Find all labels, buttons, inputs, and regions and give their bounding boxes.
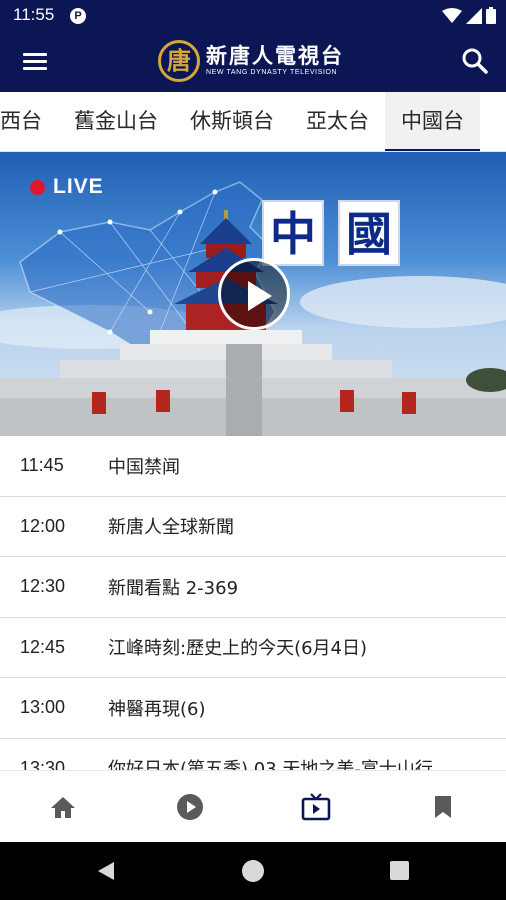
system-nav-bar: [0, 842, 506, 900]
play-circle-icon: [176, 793, 203, 820]
status-icons: [442, 7, 496, 24]
bottom-nav: [0, 770, 506, 842]
live-label: LIVE: [53, 175, 104, 198]
tabs-scroll: 西台 舊金山台 休斯頓台 亞太台 中國台: [0, 92, 480, 151]
tv-icon: [301, 792, 331, 820]
schedule-time: 11:45: [20, 455, 64, 476]
tab-asia-pacific[interactable]: 亞太台: [290, 92, 385, 151]
schedule-row[interactable]: 13:30 你好日本(第五季) 03 天地之美-富士山行: [0, 739, 506, 770]
live-dot-icon: [30, 179, 45, 195]
wifi-icon: [442, 7, 462, 23]
schedule-title: 新唐人全球新聞: [108, 517, 234, 539]
battery-icon: [486, 7, 496, 24]
tab-houston[interactable]: 休斯頓台: [174, 92, 290, 151]
schedule-time: 13:00: [20, 697, 66, 718]
home-button-icon[interactable]: [242, 860, 264, 882]
search-icon[interactable]: [458, 44, 492, 78]
schedule-title: 中国禁闻: [108, 456, 180, 478]
schedule-title: 神醫再現(6): [108, 698, 206, 720]
bookmark-icon: [434, 795, 451, 818]
nav-videos[interactable]: [127, 771, 254, 842]
hamburger-menu-icon[interactable]: [18, 46, 52, 76]
status-bar: 11:55 P: [0, 0, 506, 30]
tab-san-francisco[interactable]: 舊金山台: [58, 92, 174, 151]
status-time: 11:55: [13, 5, 55, 24]
play-icon[interactable]: [218, 258, 290, 330]
schedule-title: 新聞看點 2-369: [108, 577, 239, 599]
tab-west[interactable]: 西台: [0, 92, 58, 151]
logo-title: 新唐人電視台: [206, 43, 344, 68]
logo-subtitle: NEW TANG DYNASTY TELEVISION: [206, 69, 338, 76]
live-badge: LIVE: [30, 175, 104, 199]
nav-live-tv[interactable]: [253, 771, 380, 842]
schedule-time: 13:30: [20, 757, 66, 770]
signal-icon: [466, 7, 482, 24]
schedule-time: 12:00: [20, 515, 66, 536]
schedule-time: 12:30: [20, 576, 66, 597]
schedule-row[interactable]: 12:45 江峰時刻:歷史上的今天(6月4日): [0, 618, 506, 678]
back-icon[interactable]: [96, 860, 116, 882]
hero-title-char: 國: [338, 200, 400, 266]
channel-tabs: 西台 舊金山台 休斯頓台 亞太台 中國台: [0, 92, 506, 152]
schedule-row[interactable]: 13:00 神醫再現(6): [0, 678, 506, 739]
schedule-time: 12:45: [20, 636, 66, 657]
live-video-banner[interactable]: LIVE 中 國: [0, 152, 506, 436]
hero-title-char: 中: [262, 200, 324, 266]
schedule-list: 11:45 中国禁闻 12:00 新唐人全球新聞 12:30 新聞看點 2-36…: [0, 436, 506, 770]
schedule-row[interactable]: 12:00 新唐人全球新聞: [0, 497, 506, 557]
tab-china[interactable]: 中國台: [385, 92, 480, 151]
app-bar: 唐 新唐人電視台 NEW TANG DYNASTY TELEVISION: [0, 30, 506, 92]
logo-text: 新唐人電視台 NEW TANG DYNASTY TELEVISION: [206, 44, 344, 78]
schedule-row[interactable]: 12:30 新聞看點 2-369: [0, 557, 506, 618]
hero-title: 中 國: [262, 200, 400, 266]
schedule-title: 江峰時刻:歷史上的今天(6月4日): [108, 638, 368, 660]
schedule-title: 你好日本(第五季) 03 天地之美-富士山行: [108, 759, 433, 770]
app-logo: 唐 新唐人電視台 NEW TANG DYNASTY TELEVISION: [158, 38, 344, 84]
nav-home[interactable]: [0, 771, 127, 842]
recent-apps-icon[interactable]: [390, 861, 409, 880]
schedule-row[interactable]: 11:45 中国禁闻: [0, 436, 506, 497]
tang-logo-icon: 唐: [158, 40, 200, 82]
home-icon: [51, 796, 76, 818]
nav-bookmarks[interactable]: [380, 771, 506, 842]
p-circle-icon: P: [70, 8, 86, 24]
